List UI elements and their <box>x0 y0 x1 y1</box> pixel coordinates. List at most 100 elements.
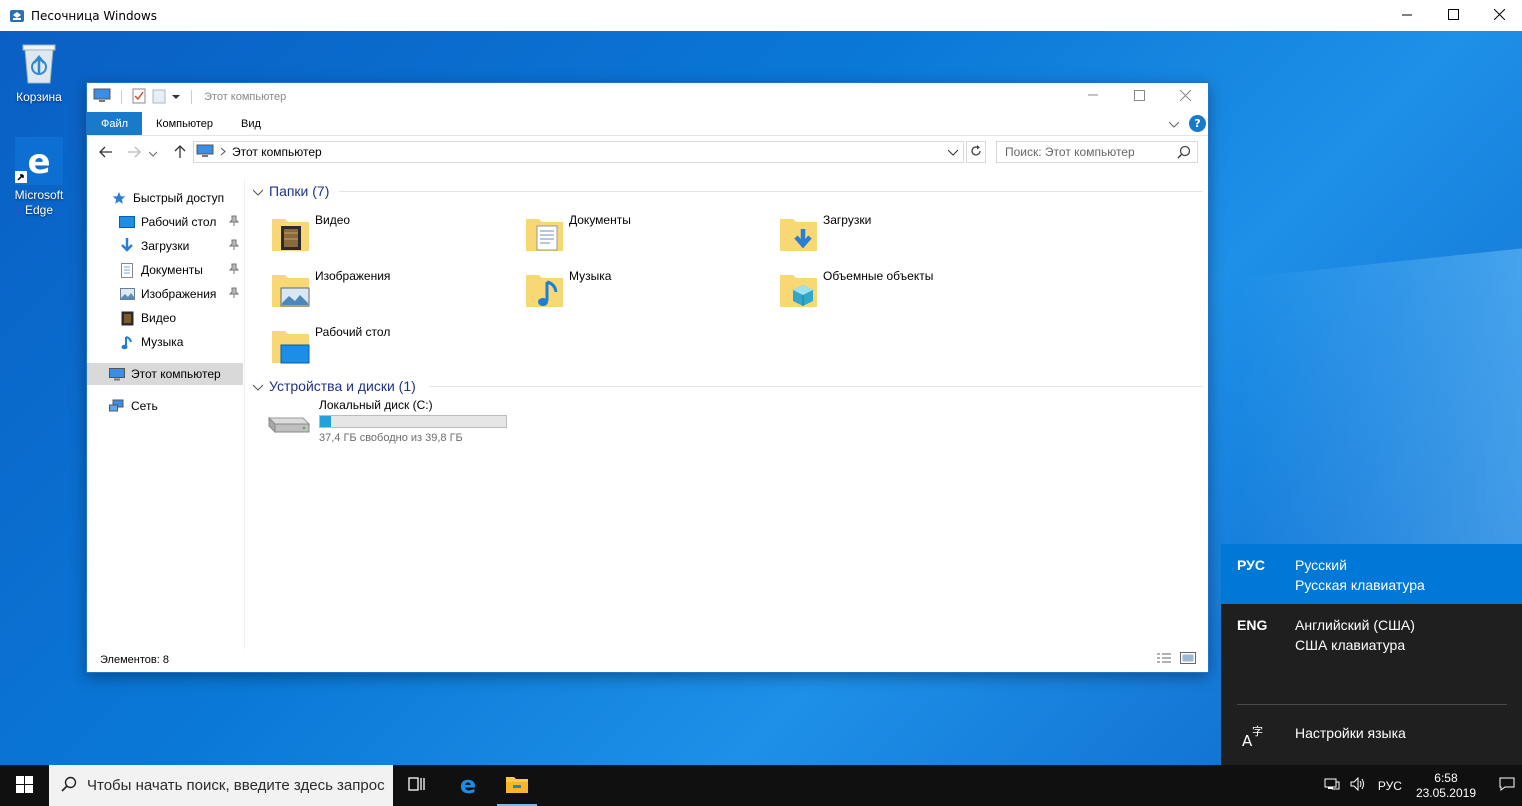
desktop-icon-edge[interactable]: e Microsoft Edge <box>4 137 74 218</box>
tab-view[interactable]: Вид <box>227 112 275 135</box>
desktop-icon-recycle-bin[interactable]: Корзина <box>4 39 74 105</box>
desktop-folder-icon <box>269 323 313 367</box>
up-button[interactable] <box>169 142 191 164</box>
drive-usage-fill <box>320 416 332 427</box>
folder-name: Загрузки <box>823 213 872 227</box>
folder-tile-downloads[interactable]: Загрузки <box>777 211 1027 261</box>
address-bar[interactable]: Этот компьютер <box>193 141 964 163</box>
pin-icon[interactable] <box>228 239 240 254</box>
maximize-button[interactable] <box>1430 0 1476 31</box>
chevron-down-icon[interactable] <box>172 90 181 104</box>
taskbar-search-input[interactable]: Чтобы начать поиск, введите здесь запрос <box>49 765 393 806</box>
start-button[interactable] <box>0 765 48 806</box>
forward-button[interactable] <box>123 142 145 164</box>
properties-icon[interactable] <box>132 88 146 107</box>
music-folder-icon <box>523 267 567 311</box>
devices-group-header[interactable]: Устройства и диски (1) <box>252 376 416 396</box>
help-icon[interactable]: ? <box>1189 115 1206 132</box>
folder-tile-3d-objects[interactable]: Объемные объекты <box>777 267 1027 317</box>
tab-computer[interactable]: Компьютер <box>142 112 227 135</box>
maximize-icon <box>1447 8 1459 23</box>
sidebar-item-desktop[interactable]: Рабочий стол <box>119 211 243 233</box>
recent-locations-button[interactable] <box>147 142 159 164</box>
folder-tile-pictures[interactable]: Изображения <box>269 267 519 317</box>
maximize-icon <box>1133 90 1145 104</box>
large-icons-view-icon[interactable] <box>1180 652 1196 667</box>
expand-ribbon-icon[interactable] <box>1168 117 1180 131</box>
minimize-button[interactable] <box>1384 0 1430 31</box>
sidebar-item-downloads[interactable]: Загрузки <box>119 235 243 257</box>
details-view-icon[interactable] <box>1156 652 1172 667</box>
sidebar-item-this-pc[interactable]: Этот компьютер <box>87 363 243 385</box>
sidebar-item-label: Быстрый доступ <box>133 191 225 205</box>
sidebar-item-pictures[interactable]: Изображения <box>119 283 243 305</box>
network-icon[interactable] <box>1324 777 1340 794</box>
language-code: РУС <box>1237 557 1265 573</box>
search-placeholder: Поиск: Этот компьютер <box>1005 145 1135 159</box>
edge-icon: e <box>456 771 480 799</box>
sidebar-item-label: Рабочий стол <box>141 215 217 229</box>
taskbar-edge-button[interactable]: e <box>444 765 492 806</box>
task-view-button[interactable] <box>393 765 441 806</box>
language-name: Русский <box>1295 557 1347 573</box>
explorer-minimize-button[interactable] <box>1070 83 1116 111</box>
arrow-right-icon <box>127 146 141 161</box>
folders-group-header[interactable]: Папки (7) <box>252 181 329 201</box>
language-option-ru[interactable]: РУС Русский Русская клавиатура <box>1221 544 1522 604</box>
system-tray: РУС 6:58 23.05.2019 <box>1324 765 1522 806</box>
folder-tile-music[interactable]: Музыка <box>523 267 773 317</box>
search-input[interactable]: Поиск: Этот компьютер <box>996 141 1198 163</box>
drive-usage-bar <box>319 415 507 428</box>
action-center-button[interactable] <box>1492 765 1522 806</box>
svg-text:字: 字 <box>1252 724 1263 738</box>
folder-tile-videos[interactable]: Видео <box>269 211 519 261</box>
folder-name: Документы <box>569 213 631 227</box>
clock[interactable]: 6:58 23.05.2019 <box>1416 771 1476 801</box>
close-icon <box>1493 8 1505 23</box>
pin-icon[interactable] <box>228 263 240 278</box>
back-button[interactable] <box>95 142 117 164</box>
volume-icon[interactable] <box>1350 776 1366 794</box>
language-settings-icon: A字 <box>1241 723 1267 752</box>
tab-file[interactable]: Файл <box>87 112 143 135</box>
chevron-down-icon[interactable] <box>943 142 963 162</box>
pin-icon[interactable] <box>228 287 240 302</box>
taskbar-explorer-button[interactable] <box>493 765 541 806</box>
sidebar-item-label: Документы <box>141 263 203 277</box>
recycle-bin-icon <box>17 44 61 90</box>
folder-tile-desktop[interactable]: Рабочий стол <box>269 323 519 373</box>
image-icon <box>119 286 135 302</box>
sidebar-item-videos[interactable]: Видео <box>119 307 243 329</box>
pin-icon[interactable] <box>228 215 240 230</box>
close-button[interactable] <box>1476 0 1522 31</box>
video-folder-icon <box>269 211 313 255</box>
folder-name: Изображения <box>315 269 391 283</box>
taskbar: Чтобы начать поиск, введите здесь запрос… <box>0 765 1522 806</box>
taskbar-search-placeholder: Чтобы начать поиск, введите здесь запрос <box>87 777 385 794</box>
sidebar-item-documents[interactable]: Документы <box>119 259 243 281</box>
desktop-icon <box>119 214 135 230</box>
sidebar-item-music[interactable]: Музыка <box>119 331 243 353</box>
language-name: Английский (США) <box>1295 617 1415 633</box>
computer-icon <box>109 366 125 382</box>
explorer-close-button[interactable] <box>1162 83 1208 111</box>
music-icon <box>119 334 135 350</box>
svg-text:e: e <box>460 772 476 796</box>
new-folder-icon[interactable] <box>152 88 166 107</box>
input-language-indicator[interactable]: РУС <box>1378 779 1402 793</box>
group-header-label: Устройства и диски (1) <box>269 378 416 394</box>
refresh-button[interactable] <box>966 141 986 163</box>
breadcrumb[interactable]: Этот компьютер <box>232 145 322 159</box>
arrow-left-icon <box>99 146 113 161</box>
folder-tile-documents[interactable]: Документы <box>523 211 773 261</box>
explorer-title: Этот компьютер <box>204 91 287 103</box>
language-settings-link[interactable]: A字 Настройки языка <box>1221 709 1522 765</box>
sidebar-item-label: Загрузки <box>141 239 190 253</box>
sidebar-item-quick-access[interactable]: Быстрый доступ <box>111 187 267 209</box>
drive-free-space: 37,4 ГБ свободно из 39,8 ГБ <box>319 432 463 444</box>
video-icon <box>119 310 135 326</box>
explorer-maximize-button[interactable] <box>1116 83 1162 111</box>
language-option-en[interactable]: ENG Английский (США) США клавиатура <box>1221 604 1522 664</box>
sidebar-item-network[interactable]: Сеть <box>109 395 265 417</box>
drive-tile-c[interactable]: Локальный диск (C:) 37,4 ГБ свободно из … <box>265 398 525 448</box>
